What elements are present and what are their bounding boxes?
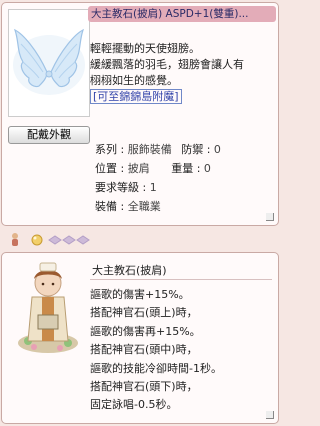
enchant-link[interactable]: [可至錦錦島附魔] [90,89,182,104]
title-divider [90,279,272,280]
card-slot-strip [1,229,279,249]
location-value: 披肩 [127,162,150,175]
item-image [8,9,90,117]
description-line: 栩栩如生的感覺。 [90,74,178,87]
description-line: 輕輕擺動的天使翅膀。 [90,42,200,55]
defense-value: 0 [213,143,221,156]
wear-appearance-button[interactable]: 配戴外觀 [8,126,90,144]
item-stats: 系列 : 服飾裝備 防禦 : 0 位置 : 披肩 重量 : 0 要求等級 : 1… [95,143,221,213]
card-title: 大主教石(披肩) [92,264,167,277]
card-slot-icon [48,235,62,245]
card-slot-icon [62,235,76,245]
slot-icons [12,233,90,246]
orb-icon [31,234,43,246]
defense-label: 防禦 [181,143,204,156]
description-line: 搭配神官石(頭下)時， [90,379,198,393]
description-line: 搭配神官石(頭中)時， [90,343,198,357]
level-label: 要求等級 [95,181,139,194]
description-line: 搭配神官石(頭上)時， [90,306,198,320]
description-line: 謳歌的傷害+15%。 [90,288,190,301]
type-label: 系列 [95,143,117,156]
item-description: 輕輕擺動的天使翅膀。 緩緩飄落的羽毛，翅膀會讓人有 栩栩如生的感覺。 [可至錦錦… [90,41,274,105]
angel-wings-icon [9,10,89,116]
resize-handle[interactable] [266,411,274,419]
description-line: 緩緩飄落的羽毛，翅膀會讓人有 [90,58,244,71]
weight-label: 重量 [171,162,194,175]
weight-value: 0 [203,162,211,175]
location-label: 位置 [95,162,117,175]
doll-icon [12,233,18,246]
archbishop-figure-icon [18,262,78,353]
item-info-window: 配戴外觀 大主教石(披肩) ASPD+1(雙重)... 輕輕擺動的天使翅膀。 緩… [1,2,279,226]
item-title-bar[interactable]: 大主教石(披肩) ASPD+1(雙重)... [88,6,276,22]
description-line: 固定詠唱-0.5秒。 [90,398,178,412]
type-value: 服飾裝備 [127,143,172,156]
description-line: 謳歌的技能冷卻時間-1秒。 [90,361,222,375]
card-image [10,257,86,361]
resize-handle[interactable] [266,213,274,221]
equip-value: 全職業 [127,200,161,213]
card-slot-icon [76,235,90,245]
description-line: 謳歌的傷害再+15%。 [90,324,201,338]
card-description: 謳歌的傷害+15%。 搭配神官石(頭上)時， 謳歌的傷害再+15%。 搭配神官石… [90,286,276,415]
card-info-window: 大主教石(披肩) 謳歌的傷害+15%。 搭配神官石(頭上)時， 謳歌的傷害再+1… [1,252,279,424]
equip-label: 裝備 [95,200,117,213]
level-value: 1 [149,181,157,194]
item-title: 大主教石(披肩) ASPD+1(雙重)... [91,8,249,20]
